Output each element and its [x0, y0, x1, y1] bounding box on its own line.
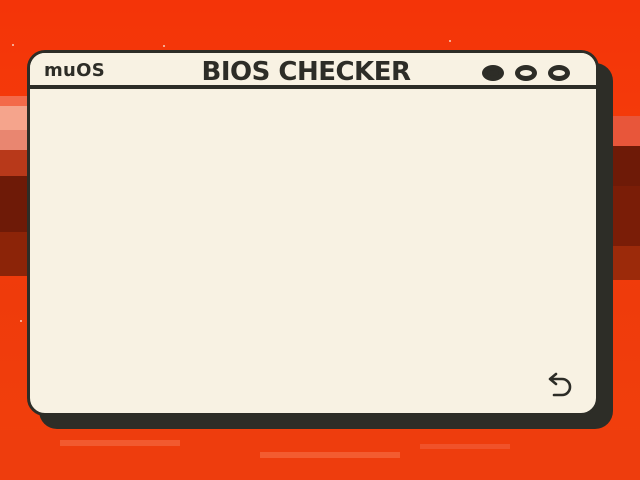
- title-bar[interactable]: muOS BIOS CHECKER: [30, 53, 596, 89]
- close-button[interactable]: [548, 65, 570, 81]
- return-arrow-icon: [548, 372, 572, 397]
- bios-checker-window: muOS BIOS CHECKER: [27, 50, 599, 416]
- window-controls: [482, 65, 570, 81]
- maximize-button[interactable]: [515, 65, 537, 81]
- bios-list-area: [30, 89, 596, 413]
- minimize-button[interactable]: [482, 65, 504, 81]
- back-button[interactable]: [544, 371, 576, 401]
